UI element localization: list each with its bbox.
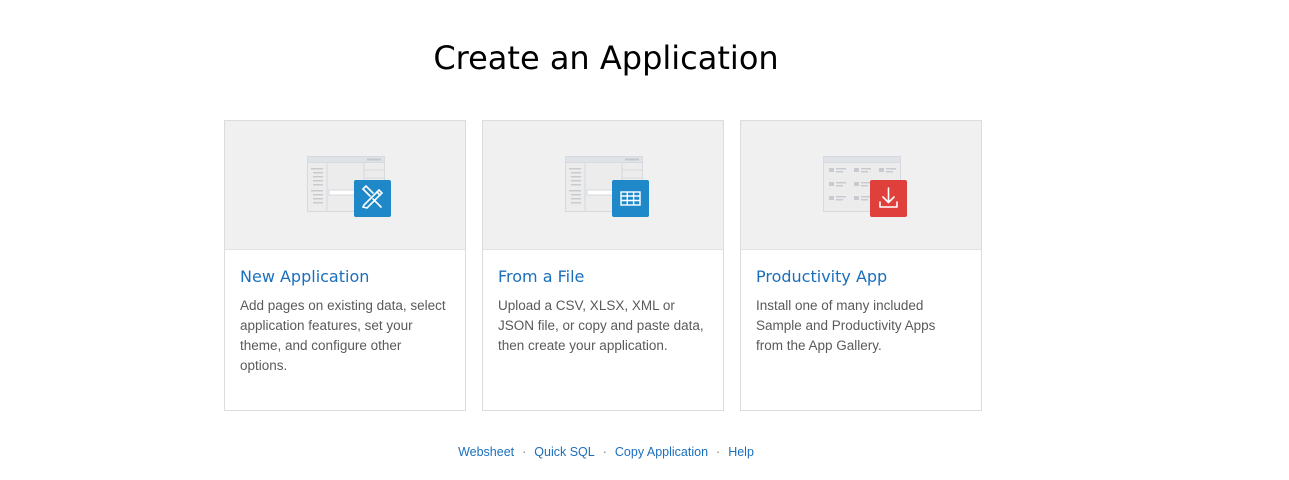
link-separator: ·	[602, 445, 607, 459]
link-separator: ·	[716, 445, 721, 459]
card-title[interactable]: New Application	[240, 267, 450, 287]
card-description: Upload a CSV, XLSX, XML or JSON file, or…	[498, 298, 704, 353]
application-options: New Application Add pages on existing da…	[224, 120, 982, 411]
copy-application-link[interactable]: Copy Application	[615, 445, 708, 459]
table-grid-icon	[612, 180, 649, 217]
card-title[interactable]: From a File	[498, 267, 708, 287]
card-title[interactable]: Productivity App	[756, 267, 966, 287]
app-wireframe-illustration	[565, 156, 649, 217]
page-title: Create an Application	[433, 39, 779, 77]
help-link[interactable]: Help	[728, 445, 754, 459]
card-from-a-file[interactable]: From a File Upload a CSV, XLSX, XML or J…	[482, 120, 724, 411]
card-illustration	[225, 121, 465, 250]
card-illustration	[483, 121, 723, 250]
card-description: Install one of many included Sample and …	[756, 298, 936, 353]
card-new-application[interactable]: New Application Add pages on existing da…	[224, 120, 466, 411]
link-separator: ·	[522, 445, 527, 459]
app-gallery-illustration	[823, 156, 907, 217]
websheet-link[interactable]: Websheet	[458, 445, 514, 459]
create-application-page: Create an Application New Application Ad…	[0, 0, 1289, 480]
footer-links: Websheet · Quick SQL · Copy Application · Help	[0, 445, 1212, 459]
quick-sql-link[interactable]: Quick SQL	[534, 445, 594, 459]
card-productivity-app[interactable]: Productivity App Install one of many inc…	[740, 120, 982, 411]
card-description: Add pages on existing data, select appli…	[240, 298, 446, 373]
app-wireframe-illustration	[307, 156, 391, 217]
card-illustration	[741, 121, 981, 250]
